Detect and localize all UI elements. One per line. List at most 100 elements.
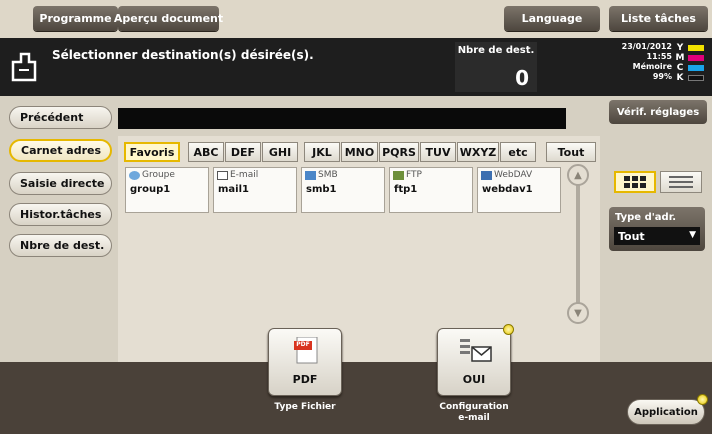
destination-count-label: Nbre de dest. xyxy=(457,45,535,56)
memory-value: 99% xyxy=(652,72,672,81)
address-type-dropdown[interactable]: Tout ▼ xyxy=(614,227,700,245)
chevron-up-icon: ▲ xyxy=(574,169,582,181)
tab-favoris[interactable]: Favoris xyxy=(124,142,180,162)
toner-channel: C xyxy=(676,63,684,73)
destination-type: E-mail xyxy=(217,170,258,180)
ftp-icon xyxy=(393,170,404,180)
tab-mno[interactable]: MNO xyxy=(341,142,378,162)
destination-entry-field[interactable] xyxy=(118,108,566,129)
sidebar-item-nbre-dest[interactable]: Nbre de dest. xyxy=(9,234,112,257)
liste-taches-button[interactable]: Liste tâches xyxy=(609,6,708,31)
destination-type-label: Groupe xyxy=(142,170,175,180)
destination-name: ftp1 xyxy=(394,184,418,195)
document-send-icon xyxy=(11,52,37,82)
group-icon xyxy=(129,170,140,180)
programme-button[interactable]: Programme xyxy=(33,6,118,31)
destination-type-label: E-mail xyxy=(230,170,259,180)
destination-count-display: Nbre de dest. 0 xyxy=(455,42,537,92)
tab-tuv[interactable]: TUV xyxy=(420,142,456,162)
address-type-selector[interactable]: Type d'adr. Tout ▼ xyxy=(609,207,705,251)
sidebar-item-saisie-directe[interactable]: Saisie directe xyxy=(9,172,112,195)
scroll-down-button[interactable]: ▼ xyxy=(567,302,589,324)
chevron-down-icon: ▼ xyxy=(574,307,582,319)
email-config-value: OUI xyxy=(462,373,486,386)
destination-ftp1[interactable]: FTP ftp1 xyxy=(389,167,473,213)
address-book-panel: Favoris ABC DEF GHI JKL MNO PQRS TUV WXY… xyxy=(118,136,600,362)
language-button[interactable]: Language xyxy=(504,6,600,31)
smb-icon xyxy=(305,170,316,180)
toner-row-k: K xyxy=(675,73,709,83)
scrollbar-track[interactable] xyxy=(576,166,580,316)
destination-type-label: WebDAV xyxy=(494,170,533,180)
destination-type-label: FTP xyxy=(406,170,422,180)
view-toggle xyxy=(614,171,704,193)
email-config-caption-line: Configuration xyxy=(439,402,509,412)
verif-reglages-button[interactable]: Vérif. réglages xyxy=(609,100,707,124)
status-bar: Sélectionner destination(s) désirée(s). … xyxy=(0,38,712,96)
pdf-file-icon-label: PDF xyxy=(296,341,310,348)
address-type-value: Tout xyxy=(618,229,645,243)
destination-type: SMB xyxy=(305,170,338,180)
top-bar: Programme Aperçu document Language Liste… xyxy=(0,0,712,38)
toner-row-m: M xyxy=(675,53,709,63)
destination-smb1[interactable]: SMB smb1 xyxy=(301,167,385,213)
indicator-led xyxy=(503,324,514,335)
scroll-up-button[interactable]: ▲ xyxy=(567,164,589,186)
indicator-led xyxy=(697,394,708,405)
toner-bar-magenta xyxy=(688,55,704,61)
date-display: 23/01/2012 xyxy=(621,42,672,51)
destination-name: mail1 xyxy=(218,184,249,195)
toner-row-c: C xyxy=(675,63,709,73)
destination-group1[interactable]: Groupe group1 xyxy=(125,167,209,213)
destination-mail1[interactable]: E-mail mail1 xyxy=(213,167,297,213)
grid-view-icon xyxy=(624,176,646,188)
memory-label: Mémoire xyxy=(632,62,672,71)
application-button[interactable]: Application xyxy=(627,399,705,425)
toner-channel: K xyxy=(676,73,684,83)
destination-type-label: SMB xyxy=(318,170,338,180)
file-type-caption: Type Fichier xyxy=(274,402,336,412)
tab-pqrs[interactable]: PQRS xyxy=(379,142,419,162)
tab-jkl[interactable]: JKL xyxy=(304,142,340,162)
status-message: Sélectionner destination(s) désirée(s). xyxy=(52,48,314,62)
destination-name: group1 xyxy=(130,184,171,195)
toner-levels: Y M C K xyxy=(675,43,709,83)
tab-wxyz[interactable]: WXYZ xyxy=(457,142,499,162)
email-settings-icon xyxy=(460,339,492,362)
destination-webdav1[interactable]: WebDAV webdav1 xyxy=(477,167,561,213)
tab-ghi[interactable]: GHI xyxy=(262,142,298,162)
toner-bar-yellow xyxy=(688,45,704,51)
webdav-icon xyxy=(481,170,492,180)
copier-panel-screen: Programme Aperçu document Language Liste… xyxy=(0,0,712,434)
email-config-button[interactable]: OUI xyxy=(437,328,511,396)
email-config-caption: Configuration e-mail xyxy=(425,402,523,424)
time-display: 11:55 xyxy=(646,52,672,61)
email-icon xyxy=(217,170,228,180)
destination-count-value: 0 xyxy=(515,66,529,90)
list-view-icon xyxy=(669,176,693,188)
toner-bar-black xyxy=(688,75,704,81)
chevron-down-icon: ▼ xyxy=(689,230,696,240)
sidebar-item-histor-taches[interactable]: Histor.tâches xyxy=(9,203,112,226)
sidebar-item-carnet-adres[interactable]: Carnet adres xyxy=(9,139,112,162)
destination-type: FTP xyxy=(393,170,422,180)
email-config-caption-line: e-mail xyxy=(458,413,490,423)
toner-bar-cyan xyxy=(688,65,704,71)
list-view-button[interactable] xyxy=(660,171,702,193)
bottom-bar: PDF PDF Type Fichier OUI Configuration e… xyxy=(0,324,712,434)
address-type-label: Type d'adr. xyxy=(615,212,677,223)
destination-name: webdav1 xyxy=(482,184,533,195)
tab-tout[interactable]: Tout xyxy=(546,142,596,162)
destination-type: Groupe xyxy=(129,170,175,180)
grid-view-button[interactable] xyxy=(614,171,656,193)
system-info: 23/01/2012 11:55 Mémoire 99% xyxy=(590,42,672,82)
main-content: Précédent Vérif. réglages Carnet adres S… xyxy=(0,96,712,362)
toner-row-y: Y xyxy=(675,43,709,53)
tab-abc[interactable]: ABC xyxy=(188,142,224,162)
apercu-document-button[interactable]: Aperçu document xyxy=(114,6,223,31)
tab-def[interactable]: DEF xyxy=(225,142,261,162)
file-type-button[interactable]: PDF PDF xyxy=(268,328,342,396)
precedent-button[interactable]: Précédent xyxy=(9,106,112,129)
tab-etc[interactable]: etc xyxy=(500,142,536,162)
toner-channel: M xyxy=(675,53,685,63)
